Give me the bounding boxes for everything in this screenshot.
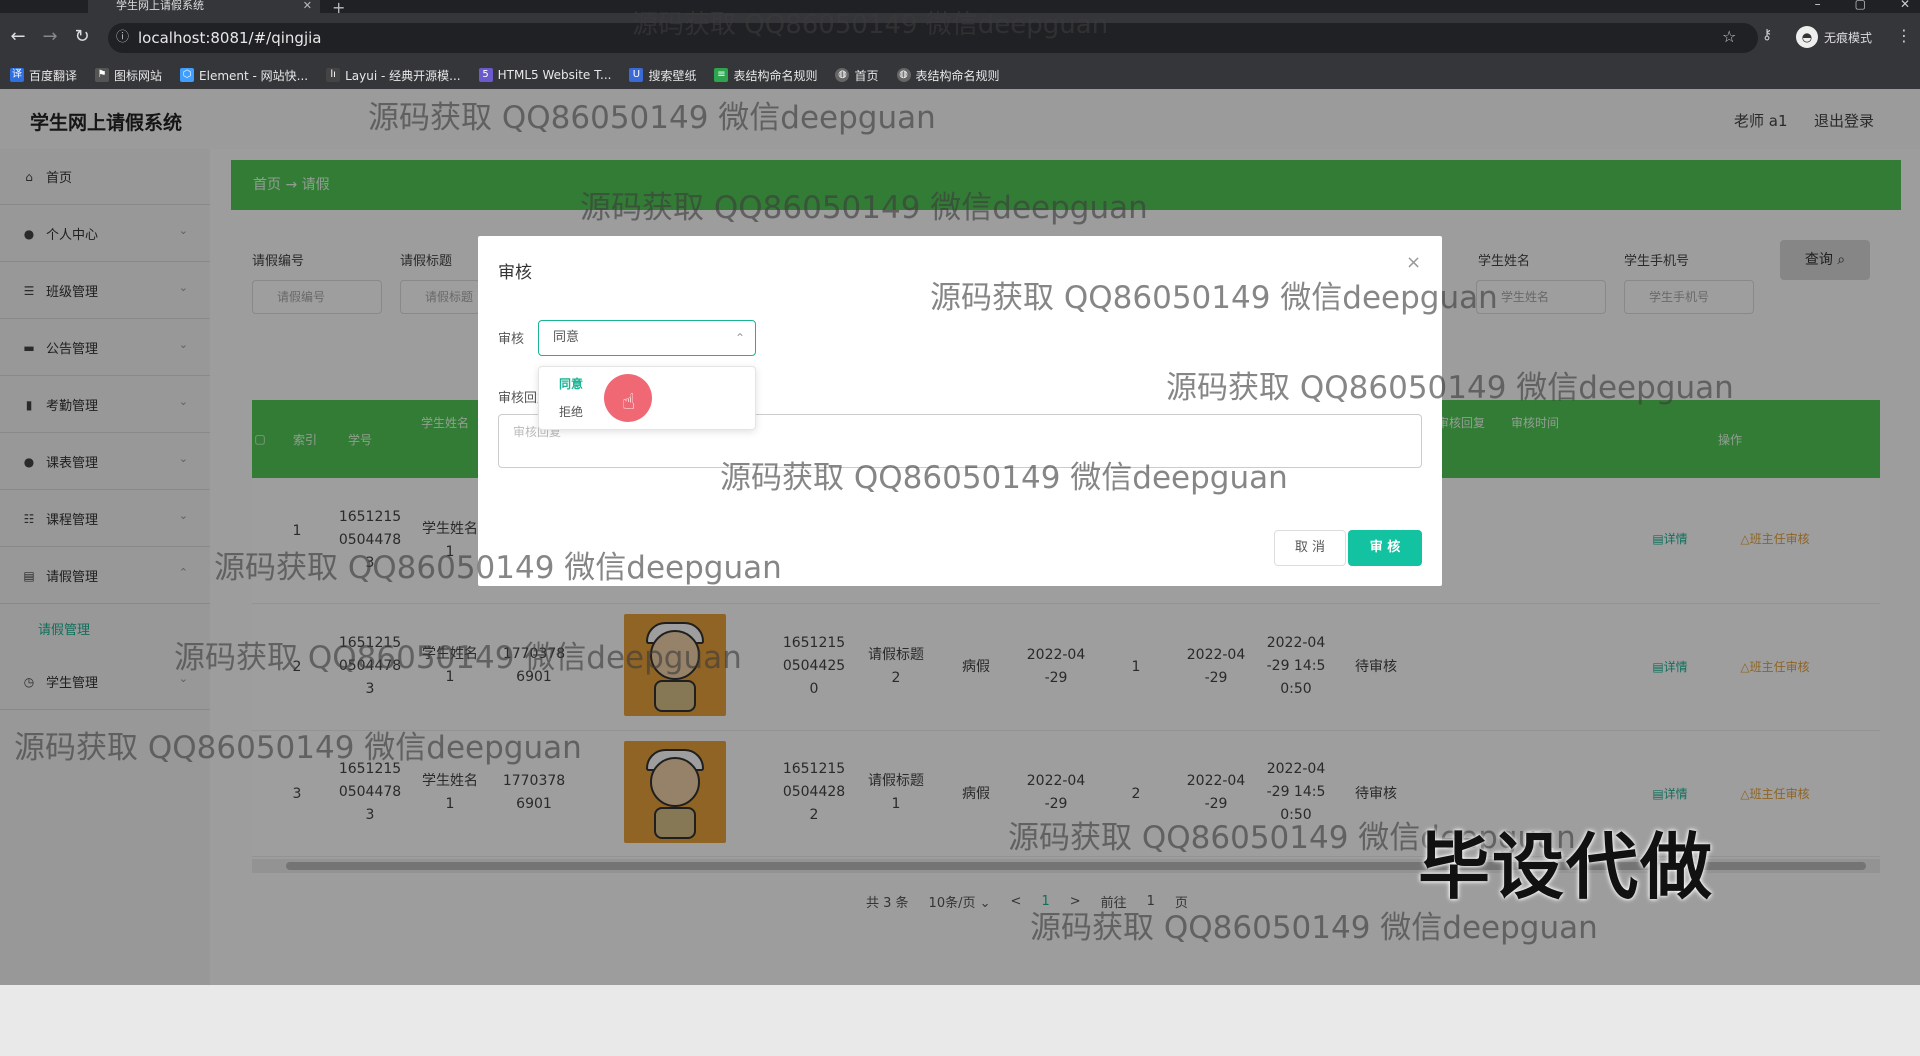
bookmarks-bar: 译百度翻译 ⚑ 图标网站 ⬡ Element - 网站快... lı Layui - …	[0, 61, 1920, 89]
site-info-icon[interactable]: ⓘ	[116, 23, 129, 53]
watermark: 源码获取 QQ86050149 微信deepguan	[720, 460, 1288, 496]
incognito-label: 无痕模式	[1824, 30, 1873, 45]
reload-icon[interactable]: ↻	[72, 26, 92, 47]
watermark: 源码获取 QQ86050149 微信deepguan	[1166, 370, 1734, 406]
incognito-indicator[interactable]: ◓ 无痕模式	[1796, 25, 1872, 49]
bookmark-item[interactable]: ◍ 表结构命名规则	[896, 67, 1000, 84]
watermark: 源码获取 QQ86050149 微信deepguan	[930, 280, 1498, 316]
banner-text: 毕设代做	[1418, 825, 1715, 909]
option-approve[interactable]: 同意	[559, 375, 583, 392]
close-icon[interactable]: ×	[1406, 252, 1421, 273]
audit-select[interactable]: 同意 ⌃	[538, 320, 756, 356]
globe-icon: ◍	[896, 68, 911, 82]
browser-tab[interactable]: 学生网上请假系统 ✕	[88, 0, 320, 13]
flag-icon: ⚑	[95, 68, 110, 82]
watermark: 源码获取 QQ86050149 微信deepguan	[214, 550, 782, 586]
bookmark-star-icon[interactable]: ☆	[1722, 27, 1736, 46]
bookmark-item[interactable]: lı Layui - 经典开源模...	[326, 67, 461, 84]
watermark: 源码获取 QQ86050149 微信deepguan	[14, 730, 582, 766]
dialog-title: 审核	[498, 263, 532, 283]
browser-menu-icon[interactable]: ⋮	[1896, 26, 1912, 45]
url-text: localhost:8081/#/qingjia	[138, 29, 322, 47]
bookmark-item[interactable]: 译百度翻译	[10, 67, 77, 84]
forward-icon[interactable]: →	[40, 26, 60, 47]
chevron-up-icon: ⌃	[734, 331, 745, 345]
watermark: 源码获取 QQ86050149 微信deepguan	[174, 640, 742, 676]
back-icon[interactable]: ←	[8, 26, 28, 47]
audit-selected-value: 同意	[553, 330, 580, 345]
key-icon[interactable]: ⚷	[1762, 27, 1772, 43]
bookmark-item[interactable]: ⚑ 图标网站	[95, 67, 162, 84]
tab-title: 学生网上请假系统	[116, 0, 204, 12]
close-window-icon[interactable]: ✕	[1900, 0, 1910, 11]
incognito-icon: ◓	[1796, 26, 1818, 48]
bookmark-item[interactable]: U 搜索壁纸	[629, 67, 696, 84]
bookmark-item[interactable]: ≡ 表结构命名规则	[714, 67, 817, 84]
cancel-button[interactable]: 取 消	[1274, 530, 1346, 566]
audit-submit-button[interactable]: 审 核	[1348, 530, 1422, 566]
tab-close-icon[interactable]: ✕	[303, 0, 312, 11]
bookmark-item[interactable]: 5 HTML5 Website T...	[478, 68, 611, 82]
layui-icon: lı	[326, 68, 341, 82]
watermark: 源码获取 QQ86050149 微信deepguan	[580, 190, 1148, 226]
watermark: 源码获取 QQ86050149 微信deepguan	[632, 10, 1109, 40]
window-controls: – ▢ ✕	[1815, 0, 1910, 11]
globe-icon: ◍	[835, 68, 850, 82]
element-icon: ⬡	[180, 68, 195, 82]
hand-pointer-icon: ☝	[622, 390, 636, 415]
table-icon: ≡	[714, 68, 729, 82]
html5-icon: 5	[478, 68, 493, 82]
translate-icon: 译	[10, 68, 24, 82]
bookmark-item[interactable]: ⬡ Element - 网站快...	[180, 67, 308, 84]
option-reject[interactable]: 拒绝	[559, 403, 583, 420]
minimize-icon[interactable]: –	[1815, 0, 1821, 11]
audit-label: 审核	[498, 332, 525, 347]
watermark: 源码获取 QQ86050149 微信deepguan	[368, 100, 936, 136]
page-bottom-area	[0, 985, 1920, 1056]
maximize-icon[interactable]: ▢	[1855, 0, 1866, 11]
bookmark-item[interactable]: ◍ 首页	[835, 67, 879, 84]
wallpaper-icon: U	[629, 68, 644, 82]
